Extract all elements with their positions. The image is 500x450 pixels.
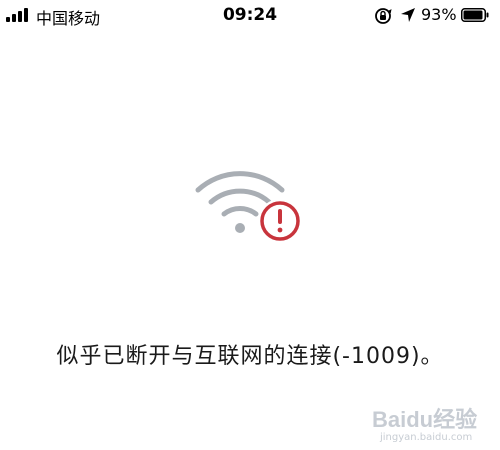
baidu-watermark: Baidu经验 jingyan.baidu.com	[372, 402, 492, 446]
status-bar: 中国移动 09:24 93%	[0, 0, 500, 30]
screen: 中国移动 09:24 93% 似乎已断开与互联网的连接(-1009)。 Baid…	[0, 0, 500, 450]
rotation-lock-icon	[375, 8, 392, 24]
error-message: 似乎已断开与互联网的连接(-1009)。	[56, 344, 444, 369]
location-arrow-icon	[401, 8, 415, 22]
watermark-url: jingyan.baidu.com	[380, 432, 473, 443]
watermark-logo: Baidu经验	[372, 407, 478, 432]
battery-icon	[461, 8, 489, 22]
wifi-error-icon	[195, 171, 302, 243]
battery-percent: 93%	[421, 5, 457, 24]
